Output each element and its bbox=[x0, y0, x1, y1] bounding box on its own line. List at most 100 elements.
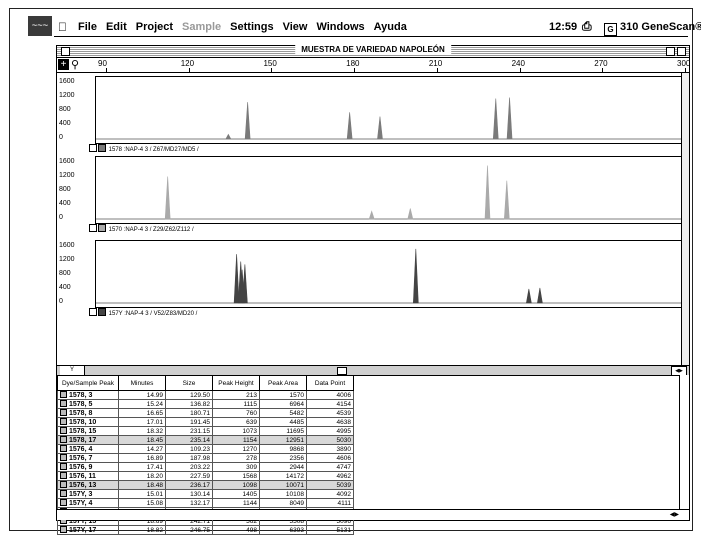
dye-sample-peak-cell: 1576, 9 bbox=[57, 462, 119, 472]
electropherogram-panel[interactable] bbox=[95, 156, 687, 224]
table-row[interactable]: 1578, 8 16.65 180.71 760 5482 4539 bbox=[57, 408, 354, 418]
menu-settings[interactable]: Settings bbox=[230, 21, 273, 33]
table-cell: 4539 bbox=[306, 408, 354, 418]
collapse-box-icon[interactable] bbox=[677, 47, 686, 56]
table-row[interactable]: 1578, 10 17.01 191.45 639 4485 4638 bbox=[57, 417, 354, 427]
column-header[interactable]: Data Point bbox=[306, 375, 354, 391]
dye-square-icon[interactable] bbox=[98, 308, 106, 316]
lane-label-text: 157Y :NAP-4 3 / V52/Z83/MD20 / bbox=[108, 311, 198, 317]
dye-sample-peak-cell: 1576, 13 bbox=[57, 480, 119, 490]
dye-square-icon bbox=[60, 454, 67, 461]
table-row[interactable]: 1576, 11 18.20 227.59 1568 14172 4962 bbox=[57, 471, 354, 481]
dye-sample-peak-cell: 1578, 10 bbox=[57, 417, 119, 427]
table-cell: 227.59 bbox=[165, 471, 213, 481]
app-menu[interactable]: G310 GeneScan® 3.1 bbox=[604, 21, 701, 36]
y-axis-tick-label: 0 bbox=[59, 298, 63, 305]
dye-square-icon[interactable] bbox=[98, 144, 106, 152]
dye-sample-peak-text: 1576, 11 bbox=[69, 473, 96, 480]
table-row[interactable]: 157Y, 17 18.82 246.75 498 6393 5131 bbox=[57, 525, 354, 535]
close-box-icon[interactable] bbox=[61, 47, 70, 56]
dye-square-icon[interactable] bbox=[89, 308, 97, 316]
zoom-box-icon[interactable] bbox=[666, 47, 675, 56]
ruler-tick bbox=[602, 68, 604, 72]
ruler-tick bbox=[188, 68, 190, 72]
y-axis-tick-label: 0 bbox=[59, 214, 63, 221]
add-tool-icon[interactable]: + bbox=[58, 59, 69, 70]
table-row[interactable]: 1578, 5 15.24 136.82 1115 6964 4154 bbox=[57, 399, 354, 409]
printer-icon[interactable]: ⎙ bbox=[582, 19, 592, 34]
dye-square-icon[interactable] bbox=[89, 224, 97, 232]
table-cell: 129.50 bbox=[165, 390, 213, 400]
table-cell: 14.99 bbox=[118, 390, 166, 400]
trace-peak bbox=[412, 248, 419, 304]
table-row[interactable]: 1578, 17 18.45 235.14 1154 12951 5030 bbox=[57, 435, 354, 445]
table-row[interactable]: 1576, 4 14.27 109.23 1270 9868 3890 bbox=[57, 444, 354, 454]
ruler-tick-label: 300 bbox=[677, 59, 691, 68]
table-cell: 203.22 bbox=[165, 462, 213, 472]
lane-label: 157Y :NAP-4 3 / V52/Z83/MD20 / bbox=[89, 308, 197, 317]
menu-file[interactable]: File bbox=[78, 21, 97, 33]
dye-square-icon bbox=[60, 499, 67, 506]
dye-square-icon[interactable] bbox=[98, 224, 106, 232]
window-titlebar[interactable]: MUESTRA DE VARIEDAD NAPOLEÓN bbox=[57, 45, 689, 58]
dye-sample-peak-cell: 157Y, 3 bbox=[57, 489, 119, 499]
dye-sample-peak-text: 1576, 4 bbox=[69, 446, 93, 453]
table-cell: 187.98 bbox=[165, 453, 213, 463]
menu-windows[interactable]: Windows bbox=[316, 21, 364, 33]
dye-square-icon bbox=[60, 490, 67, 497]
app-name: 310 GeneScan® 3.1 bbox=[620, 21, 701, 33]
table-cell: 4154 bbox=[306, 399, 354, 409]
table-cell: 15.08 bbox=[118, 498, 166, 508]
y-axis-tick-label: 1200 bbox=[59, 92, 75, 99]
column-header[interactable]: Minutes bbox=[118, 375, 166, 391]
table-cell: 4962 bbox=[306, 471, 354, 481]
electropherogram-panel[interactable] bbox=[95, 76, 687, 144]
table-row[interactable]: 1578, 15 18.32 231.15 1073 11695 4995 bbox=[57, 426, 354, 436]
table-row[interactable]: 1576, 7 16.89 187.98 278 2356 4606 bbox=[57, 453, 354, 463]
table-row[interactable]: 1578, 3 14.99 129.50 213 1570 4006 bbox=[57, 390, 354, 400]
apple-menu-icon[interactable]:  bbox=[58, 20, 67, 34]
y-axis-tick-label: 400 bbox=[59, 284, 71, 291]
column-header[interactable]: Dye/Sample Peak bbox=[57, 375, 119, 391]
menu-project[interactable]: Project bbox=[136, 21, 173, 33]
bottom-scrollbar[interactable]: ◀▶ bbox=[57, 509, 689, 520]
dye-color-label: Y bbox=[60, 366, 85, 375]
table-scrollbar[interactable] bbox=[679, 375, 689, 509]
vertical-scrollbar[interactable] bbox=[681, 73, 689, 365]
table-row[interactable]: 1576, 13 18.48 236.17 1098 10071 5039 bbox=[57, 480, 354, 490]
y-axis-tick-label: 800 bbox=[59, 270, 71, 277]
dye-sample-peak-text: 1576, 7 bbox=[69, 455, 93, 462]
genescan-window: MUESTRA DE VARIEDAD NAPOLEÓN + ⚲ 90 120 15… bbox=[56, 45, 691, 535]
dye-square-icon bbox=[60, 436, 67, 443]
table-row[interactable]: 157Y, 3 15.01 130.14 1405 10108 4092 bbox=[57, 489, 354, 499]
dye-square-icon[interactable] bbox=[89, 144, 97, 152]
y-axis-tick-label: 0 bbox=[59, 134, 63, 141]
column-header[interactable]: Peak Height bbox=[212, 375, 260, 391]
dye-square-icon bbox=[60, 409, 67, 416]
column-header[interactable]: Peak Area bbox=[259, 375, 307, 391]
menu-sample[interactable]: Sample bbox=[182, 21, 221, 33]
table-cell: 5131 bbox=[306, 525, 354, 535]
electropherogram-panel[interactable] bbox=[95, 240, 687, 308]
table-row[interactable]: 157Y, 4 15.08 132.17 1144 8049 4111 bbox=[57, 498, 354, 508]
table-row[interactable]: 1576, 9 17.41 203.22 309 2944 4747 bbox=[57, 462, 354, 472]
y-axis-tick-label: 1600 bbox=[59, 78, 75, 85]
menu-edit[interactable]: Edit bbox=[106, 21, 127, 33]
dye-square-icon bbox=[60, 472, 67, 479]
ruler-tick-label: 150 bbox=[263, 59, 277, 68]
table-cell: 136.82 bbox=[165, 399, 213, 409]
magnifier-icon[interactable]: ⚲ bbox=[71, 58, 79, 71]
menu-view[interactable]: View bbox=[283, 21, 308, 33]
y-axis-tick-label: 1600 bbox=[59, 242, 75, 249]
table-cell: 1570 bbox=[259, 390, 307, 400]
dye-square-icon bbox=[60, 427, 67, 434]
scroll-arrows-icon[interactable]: ◀▶ bbox=[670, 511, 679, 518]
table-cell: 18.82 bbox=[118, 525, 166, 535]
trace-peak bbox=[244, 102, 251, 140]
column-header[interactable]: Size bbox=[165, 375, 213, 391]
menu-ayuda[interactable]: Ayuda bbox=[374, 21, 407, 33]
dye-sample-peak-text: 157Y, 4 bbox=[69, 500, 93, 507]
scroll-thumb[interactable] bbox=[337, 367, 347, 375]
trace-peak bbox=[407, 208, 414, 220]
table-cell: 5039 bbox=[306, 480, 354, 490]
